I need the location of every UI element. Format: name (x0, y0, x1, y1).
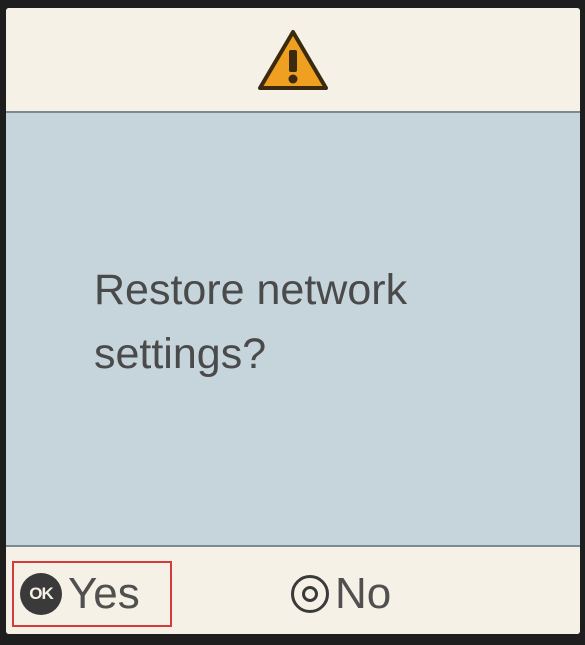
dialog-footer: OK Yes No (6, 545, 580, 634)
stop-icon (291, 575, 329, 613)
lcd-screen: Restore network settings? OK Yes No (6, 8, 580, 634)
no-button[interactable]: No (291, 561, 391, 627)
message-line-1: Restore network (94, 266, 408, 314)
warning-icon (257, 28, 329, 92)
dialog-header (6, 8, 580, 113)
dialog-message: Restore network settings? (94, 258, 534, 386)
message-line-2: settings? (94, 330, 267, 378)
yes-button[interactable]: OK Yes (12, 561, 172, 627)
dialog-body: Restore network settings? (6, 113, 580, 545)
device-bezel: Restore network settings? OK Yes No (0, 0, 585, 645)
ok-icon: OK (20, 573, 62, 615)
no-button-label: No (335, 569, 392, 618)
yes-button-label: Yes (68, 569, 140, 618)
